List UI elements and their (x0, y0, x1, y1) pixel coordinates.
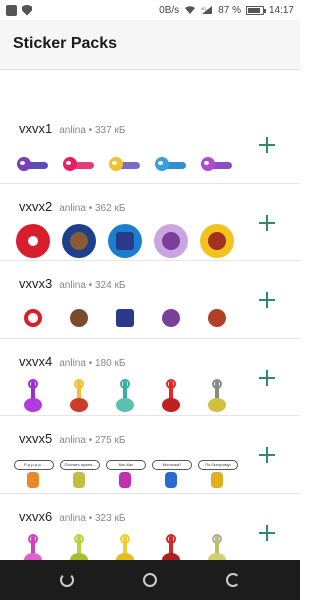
sticker-thumbnail (154, 378, 188, 413)
sticker-thumbnail (108, 301, 142, 335)
plus-icon[interactable] (256, 367, 278, 389)
sticker-pack-item[interactable]: vxvx3 anlina • 324 кБ (0, 261, 300, 339)
home-icon[interactable] (143, 573, 157, 587)
plus-icon[interactable] (256, 134, 278, 156)
sticker-thumbnail (16, 146, 50, 180)
pack-author: anlina (59, 280, 86, 291)
sticker-thumbnail (200, 146, 234, 180)
shield-icon (22, 4, 32, 16)
pack-author: anlina (59, 357, 86, 369)
sticker-thumbnail (108, 146, 142, 180)
sticker-thumbnail (16, 223, 50, 258)
pack-meta: anlina • 324 кБ (59, 280, 126, 291)
sticker-caption: Поспать нужно... (60, 460, 100, 470)
sticker-caption: Р-р-р-р-р... (14, 460, 54, 470)
battery-percent: 87 % (218, 4, 241, 16)
notification-icon (6, 4, 17, 16)
pack-name: vxvx2 (19, 198, 53, 214)
pack-name: vxvx1 (19, 121, 53, 136)
sticker-thumbnail (16, 378, 50, 413)
sticker-caption: Кис-Кис (106, 460, 146, 470)
pack-size: 324 кБ (95, 280, 126, 291)
sticker-preview-row (16, 223, 234, 258)
pack-author: anlina (59, 202, 86, 214)
sticker-thumbnail (62, 378, 96, 413)
plus-icon[interactable] (256, 444, 278, 466)
sticker-thumbnail: Молочка? (152, 456, 192, 490)
sticker-thumbnail (16, 301, 50, 335)
sticker-thumbnail (154, 223, 188, 258)
pack-name: vxvx5 (19, 431, 53, 446)
pack-name: vxvx6 (19, 508, 53, 524)
pack-meta: anlina • 275 кБ (59, 435, 126, 446)
signal-label: 4G (201, 6, 206, 11)
sticker-thumbnail (62, 146, 96, 180)
battery-fill (247, 7, 261, 13)
pack-size: 275 кБ (95, 435, 126, 446)
sticker-thumbnail (154, 301, 188, 335)
sticker-thumbnail (200, 223, 234, 258)
plus-icon[interactable] (256, 212, 278, 234)
sticker-thumbnail (200, 378, 234, 413)
sticker-thumbnail (200, 301, 234, 335)
app-header: Sticker Packs (0, 20, 300, 70)
sticker-thumbnail (108, 378, 142, 413)
sticker-thumbnail: Поспать нужно... (60, 456, 100, 490)
pack-meta: anlina • 180 кБ (59, 357, 126, 369)
sticker-caption: По быстрому! (198, 460, 238, 470)
plus-icon[interactable] (256, 522, 278, 544)
pack-size: 180 кБ (95, 357, 126, 369)
sticker-thumbnail (108, 223, 142, 258)
sticker-thumbnail (62, 223, 96, 258)
sticker-pack-item[interactable]: vxvx4 anlina • 180 кБ (0, 339, 300, 416)
pack-name: vxvx4 (19, 353, 53, 369)
navigation-bar (0, 560, 300, 600)
sticker-preview-row (16, 378, 234, 413)
sticker-thumbnail: Р-р-р-р-р... (14, 456, 54, 490)
pack-name: vxvx3 (19, 276, 53, 291)
plus-icon[interactable] (256, 289, 278, 311)
sticker-caption: Молочка? (152, 460, 192, 470)
pack-meta: anlina • 337 кБ (59, 125, 126, 136)
sticker-preview-row: Р-р-р-р-р... Поспать нужно... Кис-Кис Мо… (14, 456, 238, 490)
pack-meta: anlina • 362 кБ (59, 202, 126, 214)
pack-size: 323 кБ (95, 512, 126, 524)
pack-author: anlina (59, 435, 86, 446)
sticker-thumbnail (62, 301, 96, 335)
sticker-pack-item[interactable]: vxvx1 anlina • 337 кБ (0, 106, 300, 184)
sticker-preview-row (16, 301, 234, 335)
battery-icon (245, 5, 266, 15)
sticker-pack-list[interactable]: vxvx1 anlina • 337 кБ vxvx2 anlina • 362… (0, 106, 300, 571)
sticker-thumbnail: Кис-Кис (106, 456, 146, 490)
sticker-thumbnail: По быстрому! (198, 456, 238, 490)
wifi-icon (185, 6, 196, 14)
sticker-pack-item[interactable]: vxvx5 anlina • 275 кБ Р-р-р-р-р... Поспа… (0, 416, 300, 494)
pack-author: anlina (59, 125, 86, 136)
sticker-pack-item[interactable]: vxvx2 anlina • 362 кБ (0, 184, 300, 261)
clock: 14:17 (268, 4, 294, 16)
signal-icon: 4G (201, 6, 213, 14)
network-speed: 0B/s (159, 4, 180, 16)
recent-apps-icon[interactable] (226, 573, 240, 587)
pack-size: 362 кБ (95, 202, 126, 214)
page-title: Sticker Packs (13, 35, 118, 52)
back-icon[interactable] (60, 573, 74, 587)
pack-author: anlina (59, 512, 86, 524)
sticker-preview-row (16, 146, 234, 180)
status-bar: 0B/s 4G 87 % 14:17 (0, 0, 300, 20)
pack-size: 337 кБ (95, 125, 126, 136)
pack-meta: anlina • 323 кБ (59, 512, 126, 524)
sticker-thumbnail (154, 146, 188, 180)
